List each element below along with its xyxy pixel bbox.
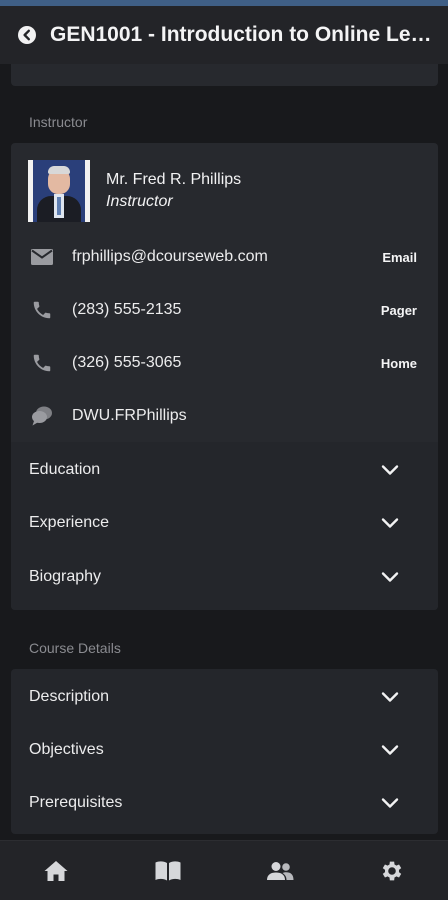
instructor-role: Instructor <box>106 193 173 210</box>
home-icon <box>44 860 68 881</box>
accordion-label: Biography <box>29 567 102 585</box>
accordion-experience[interactable]: Experience <box>11 496 438 549</box>
contact-row-pager[interactable]: (283) 555-2135 Pager <box>11 284 438 336</box>
back-button[interactable] <box>14 22 40 48</box>
accordion-education[interactable]: Education <box>11 443 438 496</box>
nav-settings-button[interactable] <box>364 843 420 899</box>
book-icon <box>155 860 181 880</box>
accordion-label: Experience <box>29 513 110 531</box>
chevron-down-icon <box>380 567 400 587</box>
chat-icon <box>29 403 55 429</box>
accordion-label: Education <box>29 460 101 478</box>
course-details-section-label: Course Details <box>29 640 121 656</box>
contact-value: DWU.FRPhillips <box>72 407 187 424</box>
contact-value: (283) 555-2135 <box>72 301 182 318</box>
chevron-down-icon <box>380 793 400 813</box>
phone-icon <box>29 350 55 376</box>
accordion-label: Objectives <box>29 740 104 758</box>
previous-card-partial <box>11 64 438 86</box>
instructor-card: Mr. Fred R. Phillips Instructor frphilli… <box>11 143 438 610</box>
accordion-label: Description <box>29 687 110 705</box>
accordion-biography[interactable]: Biography <box>11 550 438 603</box>
contact-type-badge: Email <box>382 249 417 265</box>
nav-book-button[interactable] <box>140 843 196 899</box>
nav-people-button[interactable] <box>252 843 308 899</box>
instructor-profile: Mr. Fred R. Phillips Instructor <box>28 160 241 222</box>
accordion-label: Prerequisites <box>29 793 123 811</box>
course-details-card: Description Objectives Prerequisites <box>11 669 438 834</box>
contact-row-chat[interactable]: DWU.FRPhillips <box>11 390 438 442</box>
instructor-avatar <box>28 160 90 222</box>
accordion-description[interactable]: Description <box>11 670 438 723</box>
chevron-down-icon <box>380 513 400 533</box>
contact-row-email[interactable]: frphillips@dcourseweb.com Email <box>11 231 438 283</box>
contact-value: (326) 555-3065 <box>72 354 182 371</box>
accordion-objectives[interactable]: Objectives <box>11 723 438 776</box>
app-screen: GEN1001 - Introduction to Online Learnin… <box>0 0 448 900</box>
gear-icon <box>382 861 402 880</box>
nav-home-button[interactable] <box>28 843 84 899</box>
email-icon <box>29 244 55 270</box>
content-scroll-area[interactable]: Instructor Mr. Fred R. Phillips Instruct… <box>0 64 448 840</box>
chevron-down-icon <box>380 740 400 760</box>
instructor-name: Mr. Fred R. Phillips <box>106 171 242 188</box>
page-title: GEN1001 - Introduction to Online Learnin… <box>50 23 438 46</box>
bottom-navigation <box>0 840 448 900</box>
contact-value: frphillips@dcourseweb.com <box>72 248 268 265</box>
contact-type-badge: Home <box>380 355 417 371</box>
contact-type-badge: Pager <box>380 302 417 318</box>
phone-icon <box>29 297 55 323</box>
chevron-down-icon <box>380 687 400 707</box>
app-bar: GEN1001 - Introduction to Online Learnin… <box>0 6 448 64</box>
chevron-down-icon <box>380 460 400 480</box>
instructor-section-label: Instructor <box>29 114 88 130</box>
people-icon <box>267 861 294 880</box>
accordion-prerequisites[interactable]: Prerequisites <box>11 776 438 829</box>
contact-row-home[interactable]: (326) 555-3065 Home <box>11 337 438 389</box>
back-circle-icon <box>18 26 36 44</box>
